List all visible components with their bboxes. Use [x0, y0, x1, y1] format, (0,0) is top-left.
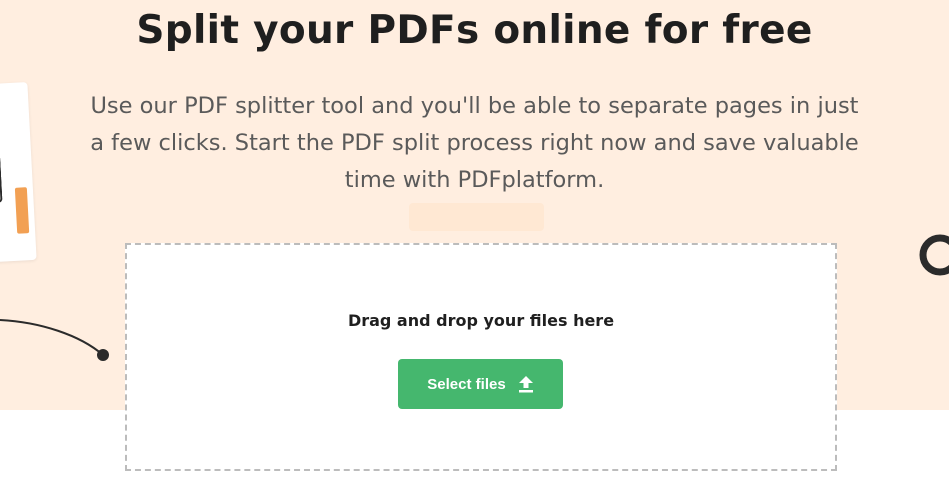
faded-badge [409, 203, 544, 231]
drop-zone-label: Drag and drop your files here [347, 311, 615, 330]
page-title: Split your PDFs online for free [136, 8, 813, 53]
page-subtitle: Use our PDF splitter tool and you'll be … [90, 93, 859, 193]
curve-line-decoration [0, 319, 109, 361]
document-orange-tab [14, 187, 30, 234]
select-files-label: Select files [427, 375, 506, 393]
document-inner-frame [0, 98, 3, 204]
file-drop-zone[interactable]: Drag and drop your files here Select fil… [125, 243, 837, 471]
upload-arrow-icon [518, 375, 534, 393]
select-files-button[interactable]: Select files [398, 359, 563, 409]
circle-decoration [919, 234, 949, 276]
